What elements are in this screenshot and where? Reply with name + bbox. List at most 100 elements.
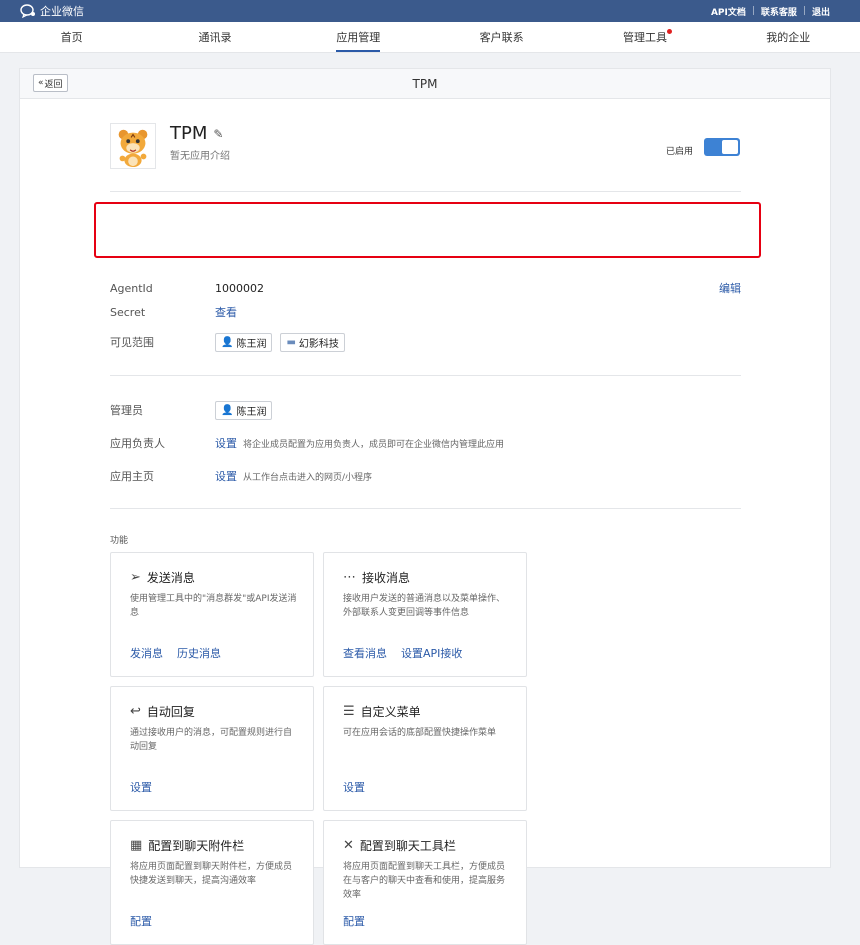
owner-set-link[interactable]: 设置 <box>215 435 237 451</box>
card-title: ➢ 发送消息 <box>130 569 195 586</box>
feature-card-chat-toolbar: ✕ 配置到聊天工具栏 将应用页面配置到聊天工具栏，方便成员在与客户的聊天中查看和… <box>323 820 527 945</box>
admin-row: 管理员 👤 陈王润 <box>110 400 741 420</box>
folder-icon: ▬ <box>286 336 296 348</box>
scope-dept-name: 幻影科技 <box>298 338 339 350</box>
admin-label: 管理员 <box>110 404 143 417</box>
custom-menu-set-link[interactable]: 设置 <box>343 779 365 795</box>
back-label: 返回 <box>44 79 63 90</box>
separator: | <box>802 6 806 16</box>
agentid-secret-highlight <box>94 202 761 258</box>
admin-user-name: 陈王润 <box>236 406 267 418</box>
separator: | <box>751 6 755 16</box>
top-bar: 企业微信 API文档 | 联系客服 | 退出 <box>0 0 860 22</box>
double-chevron-left-icon: « <box>38 78 44 88</box>
reply-icon: ↩ <box>130 704 141 719</box>
toolbar-icon: ✕ <box>343 838 354 853</box>
contact-support-link[interactable]: 联系客服 <box>761 5 797 18</box>
status-label: 已启用 <box>666 147 694 157</box>
divider <box>110 508 741 509</box>
card-links: 查看消息 设置API接收 <box>343 645 462 661</box>
user-icon: 👤 <box>221 336 234 348</box>
app-description: 暂无应用介绍 <box>170 151 230 162</box>
edit-pencil-icon[interactable]: ✎ <box>213 127 223 141</box>
scope-user-name: 陈王润 <box>236 338 267 350</box>
attachment-config-link[interactable]: 配置 <box>130 913 152 929</box>
menu-icon: ☰ <box>343 704 355 719</box>
feature-card-receive-message: ⋯ 接收消息 接收用户发送的普通消息以及菜单操作、外部联系人变更回调等事件信息 … <box>323 552 527 677</box>
view-messages-link[interactable]: 查看消息 <box>343 645 387 661</box>
auto-reply-set-link[interactable]: 设置 <box>130 779 152 795</box>
feature-card-chat-attachment: ▦ 配置到聊天附件栏 将应用页面配置到聊天附件栏，方便成员快捷发送到聊天，提高沟… <box>110 820 314 945</box>
set-api-receive-link[interactable]: 设置API接收 <box>401 645 462 661</box>
card-title: ↩ 自动回复 <box>130 703 195 720</box>
panel-header: « 返回 TPM <box>20 69 830 99</box>
enable-toggle[interactable] <box>704 138 740 156</box>
card-title-text: 自定义菜单 <box>360 705 421 719</box>
card-links: 设置 <box>343 779 365 795</box>
user-icon: 👤 <box>221 404 234 416</box>
card-description: 可在应用会话的底部配置快捷操作菜单 <box>343 728 497 738</box>
card-links: 发消息 历史消息 <box>130 645 221 661</box>
scope-user-tag[interactable]: 👤 陈王润 <box>215 332 273 352</box>
nav-label: 应用管理 <box>336 29 381 52</box>
homepage-hint: 从工作台点击进入的网页/小程序 <box>243 472 373 483</box>
app-logo[interactable] <box>110 123 156 169</box>
card-title: ✕ 配置到聊天工具栏 <box>343 837 456 854</box>
app-name-row: TPM ✎ <box>170 123 223 144</box>
send-message-link[interactable]: 发消息 <box>130 645 163 661</box>
card-description: 通过接收用户的消息，可配置规则进行自动回复 <box>130 728 293 752</box>
card-description: 接收用户发送的普通消息以及菜单操作、外部联系人变更回调等事件信息 <box>343 594 506 618</box>
nav-label: 客户联系 <box>479 31 524 44</box>
nav-home[interactable]: 首页 <box>0 22 143 52</box>
nav-label: 首页 <box>60 31 83 44</box>
back-button[interactable]: « 返回 <box>33 74 68 92</box>
card-title-text: 配置到聊天附件栏 <box>148 839 245 853</box>
logout-link[interactable]: 退出 <box>812 5 830 18</box>
owner-row: 应用负责人 设置 将企业成员配置为应用负责人，成员即可在企业微信内管理此应用 <box>110 433 741 453</box>
card-description: 将应用页面配置到聊天附件栏，方便成员快捷发送到聊天，提高沟通效率 <box>130 862 293 886</box>
homepage-set-link[interactable]: 设置 <box>215 468 237 484</box>
nav-label: 管理工具 <box>622 31 667 44</box>
main-nav: 首页 通讯录 应用管理 客户联系 管理工具 我的企业 <box>0 22 860 53</box>
agentid-row: AgentId 1000002 编辑 <box>110 278 741 298</box>
nav-contacts[interactable]: 通讯录 <box>143 22 286 52</box>
nav-management-tools[interactable]: 管理工具 <box>573 22 716 52</box>
tiger-mascot-icon <box>118 129 148 168</box>
app-name: TPM <box>170 123 208 144</box>
toolbar-config-link[interactable]: 配置 <box>343 913 365 929</box>
nav-customer-contact[interactable]: 客户联系 <box>430 22 573 52</box>
view-secret-link[interactable]: 查看 <box>215 304 237 320</box>
edit-link[interactable]: 编辑 <box>719 280 741 296</box>
brand[interactable]: 企业微信 <box>20 3 84 19</box>
notification-dot <box>667 29 673 34</box>
card-description: 将应用页面配置到聊天工具栏，方便成员在与客户的聊天中查看和使用，提高服务效率 <box>343 862 506 900</box>
card-title-text: 接收消息 <box>362 571 411 585</box>
app-header: TPM ✎ 暂无应用介绍 已启用 <box>110 99 741 192</box>
chat-icon: ⋯ <box>343 570 356 585</box>
nav-app-management[interactable]: 应用管理 <box>287 22 430 52</box>
secret-label: Secret <box>110 305 146 319</box>
card-title-text: 配置到聊天工具栏 <box>359 839 456 853</box>
card-title: ☰ 自定义菜单 <box>343 703 421 720</box>
scope-dept-tag[interactable]: ▬ 幻影科技 <box>280 332 345 352</box>
admin-user-tag[interactable]: 👤 陈王润 <box>215 400 273 420</box>
card-description: 使用管理工具中的"消息群发"或API发送消息 <box>130 594 297 618</box>
nav-label: 通讯录 <box>198 31 232 44</box>
panel-title: TPM <box>412 76 438 91</box>
secret-row: Secret 查看 <box>110 302 741 322</box>
api-docs-link[interactable]: API文档 <box>711 5 746 18</box>
homepage-label: 应用主页 <box>110 470 154 483</box>
attachment-grid-icon: ▦ <box>130 838 143 853</box>
nav-my-company[interactable]: 我的企业 <box>717 22 860 52</box>
divider <box>110 375 741 376</box>
card-title: ▦ 配置到聊天附件栏 <box>130 837 244 854</box>
card-links: 设置 <box>130 779 152 795</box>
nav-label: 我的企业 <box>766 31 811 44</box>
feature-card-send-message: ➢ 发送消息 使用管理工具中的"消息群发"或API发送消息 发消息 历史消息 <box>110 552 314 677</box>
card-title-text: 发送消息 <box>146 571 195 585</box>
wecom-logo-icon <box>20 4 35 18</box>
card-title: ⋯ 接收消息 <box>343 569 410 586</box>
homepage-row: 应用主页 设置 从工作台点击进入的网页/小程序 <box>110 466 741 486</box>
message-history-link[interactable]: 历史消息 <box>177 645 221 661</box>
top-links: API文档 | 联系客服 | 退出 <box>711 5 830 18</box>
